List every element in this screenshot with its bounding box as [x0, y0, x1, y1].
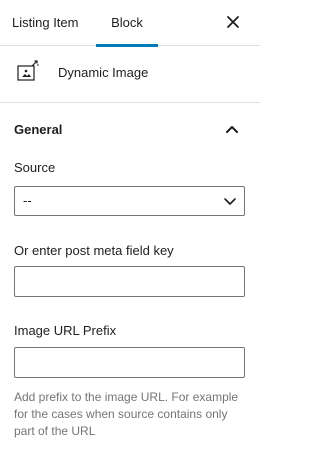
close-icon	[227, 16, 239, 28]
tab-listing-item[interactable]: Listing Item	[12, 0, 78, 46]
image-url-prefix-input[interactable]	[14, 347, 245, 378]
close-button[interactable]	[220, 9, 246, 35]
block-settings-panel: Listing Item Block Dynamic Image General…	[0, 0, 260, 464]
meta-field-key-label: Or enter post meta field key	[14, 243, 174, 258]
section-toggle-general[interactable]: General	[0, 104, 260, 156]
source-label: Source	[14, 160, 56, 175]
source-select[interactable]: --	[14, 186, 245, 216]
tab-block[interactable]: Block	[96, 0, 158, 47]
meta-field-key-input[interactable]	[14, 266, 245, 297]
source-select-value: --	[23, 193, 32, 208]
chevron-down-icon	[224, 198, 236, 205]
block-card: Dynamic Image	[0, 46, 260, 103]
chevron-up-icon	[226, 126, 238, 133]
image-url-prefix-label: Image URL Prefix	[14, 323, 117, 338]
block-title: Dynamic Image	[58, 65, 149, 80]
image-url-prefix-help: Add prefix to the image URL. For example…	[14, 390, 239, 438]
section-title: General	[14, 122, 63, 137]
dynamic-image-icon	[17, 60, 39, 81]
sidebar-tabs: Listing Item Block	[0, 0, 260, 47]
